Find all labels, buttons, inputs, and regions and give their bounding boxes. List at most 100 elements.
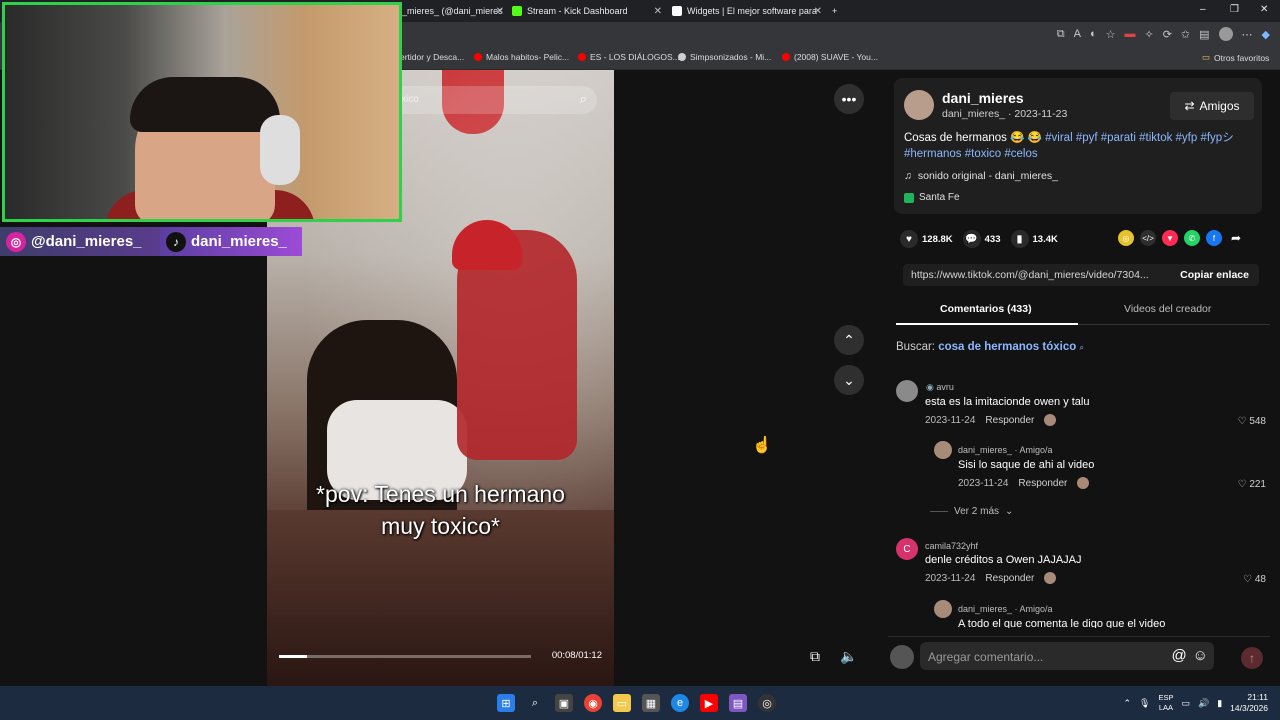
search-icon[interactable]: ⌕ (526, 694, 544, 712)
reply-button[interactable]: Responder (985, 573, 1034, 584)
video-url[interactable]: https://www.tiktok.com/@dani_mieres/vide… (911, 269, 1161, 281)
new-tab-button[interactable]: + (832, 2, 846, 20)
tab-comments[interactable]: Comentarios (433) (940, 303, 1032, 315)
favorites-icon[interactable]: ✩ (1181, 28, 1190, 41)
close-tab-icon[interactable]: ✕ (814, 6, 822, 17)
coin-icon[interactable]: ◎ (1118, 230, 1134, 246)
clock[interactable]: 21:11 14/3/2026 (1230, 692, 1268, 714)
task-view-icon[interactable]: ▣ (555, 694, 573, 712)
send-icon[interactable]: ▼ (1162, 230, 1178, 246)
tab-widgets[interactable]: Widgets | El mejor software para ✕ (672, 2, 822, 20)
commenter-name[interactable]: ◉ avru (926, 382, 954, 393)
video-search-bar[interactable]: xico ⌕ (387, 86, 597, 114)
star-icon[interactable]: ☆ (1106, 28, 1116, 41)
previous-video-button[interactable]: ⌃ (834, 325, 864, 355)
commenter-name[interactable]: dani_mieres_ · Amigo/a (958, 445, 1053, 455)
floating-player-button[interactable]: ⧉ (800, 641, 830, 671)
comment-input[interactable]: Agregar comentario... @ ☺ (920, 642, 1214, 670)
tab-tiktok[interactable]: _mieres_ (@dani_mieres ✕ (402, 2, 504, 20)
read-aloud-icon[interactable]: ◐ (1090, 28, 1097, 40)
network-icon[interactable]: ▭ (1181, 698, 1190, 709)
whatsapp-icon[interactable]: ✆ (1184, 230, 1200, 246)
extension-icon[interactable]: ▬ (1124, 28, 1135, 40)
bookmark-item[interactable]: ES - LOS DIÁLOGOS... (578, 52, 680, 62)
more-menu-icon[interactable]: ⋯ (1242, 28, 1253, 41)
commenter-avatar[interactable] (934, 600, 952, 618)
author-name[interactable]: dani_mieres (942, 90, 1024, 106)
bookmark-item[interactable]: Simpsonizados - Mi... (678, 52, 771, 62)
tiktok-handle: ♪ dani_mieres_ (160, 227, 302, 256)
bookmark-item[interactable]: Malos habitos- Pelic... (474, 52, 569, 62)
tab-kick[interactable]: Stream - Kick Dashboard ✕ (512, 2, 662, 20)
file-explorer-icon[interactable]: ▭ (613, 694, 631, 712)
commenter-avatar[interactable] (896, 380, 918, 402)
embed-icon[interactable]: </> (1140, 230, 1156, 246)
comment-like[interactable]: ♡ 548 (1238, 416, 1266, 427)
reply-button[interactable]: Responder (1018, 478, 1067, 489)
comment-composer: Agregar comentario... @ ☺ ↑ (888, 636, 1270, 674)
facebook-icon[interactable]: f (1206, 230, 1222, 246)
screen: _mieres_ (@dani_mieres ✕ Stream - Kick D… (0, 0, 1280, 720)
volume-icon[interactable]: 🔊 (1198, 698, 1209, 709)
close-tab-icon[interactable]: ✕ (654, 6, 662, 17)
comment-text: denle créditos a Owen JAJAJAJ (925, 554, 1082, 566)
chrome-icon[interactable]: ◉ (584, 694, 602, 712)
location-tag[interactable]: Santa Fe (904, 192, 960, 203)
bookmark-item[interactable]: (2008) SUAVE - You... (782, 52, 878, 62)
media-app-icon[interactable]: ▤ (729, 694, 747, 712)
commenter-avatar[interactable]: C (896, 538, 918, 560)
copilot-icon[interactable]: ◆ (1262, 28, 1270, 41)
comment-button[interactable]: 💬 433 (962, 230, 1001, 248)
edge-icon[interactable]: e (671, 694, 689, 712)
windows-start-icon[interactable]: ⊞ (497, 694, 515, 712)
youtube-icon[interactable]: ▶ (700, 694, 718, 712)
emoji-icon[interactable]: ☺ (1193, 647, 1208, 664)
author-avatar[interactable] (904, 90, 934, 120)
microphone-icon[interactable]: 🎙 (1139, 698, 1150, 709)
search-query-link[interactable]: cosa de hermanos tóxico (938, 341, 1076, 353)
comment-text: esta es la imitacionde owen y talu (925, 396, 1090, 408)
mention-icon[interactable]: @ (1171, 647, 1186, 664)
youtube-icon (474, 53, 482, 61)
search-prefix: Buscar: (896, 341, 935, 353)
music-link[interactable]: ♫ sonido original - dani_mieres_ (904, 170, 1058, 182)
obs-icon[interactable]: ◎ (758, 694, 776, 712)
share-arrow-icon[interactable]: ➦ (1228, 230, 1244, 246)
copy-link-button[interactable]: Copiar enlace (1180, 269, 1249, 281)
commenter-name[interactable]: dani_mieres_ · Amigo/a (958, 604, 1053, 614)
save-button[interactable]: ▮ 13.4K (1010, 230, 1058, 248)
view-more-replies[interactable]: Ver 2 más ⌄ (930, 506, 1013, 517)
translate-icon[interactable]: A (1074, 28, 1081, 40)
friends-button[interactable]: ⇄ Amigos (1170, 92, 1254, 120)
tab-creator-videos[interactable]: Videos del creador (1124, 303, 1211, 315)
close-tab-icon[interactable]: ✕ (496, 6, 504, 17)
commenter-name[interactable]: camila732yhf (925, 541, 978, 551)
minimize-icon[interactable]: – (1200, 4, 1206, 15)
video-progress-bar[interactable] (279, 655, 531, 658)
maximize-icon[interactable]: ❐ (1230, 4, 1239, 15)
post-comment-button[interactable]: ↑ (1241, 647, 1263, 669)
other-favorites[interactable]: ▭ Otros favoritos (1202, 52, 1269, 63)
open-in-app-icon[interactable]: ⧉ (1057, 28, 1065, 41)
kick-icon (512, 6, 522, 16)
language-indicator[interactable]: ESP LAA (1158, 693, 1173, 713)
pip-icon: ⧉ (810, 647, 820, 664)
search-icon[interactable]: ⌕ (580, 91, 587, 107)
chevron-up-icon[interactable]: ⌃ (1123, 698, 1131, 709)
like-button[interactable]: ♥ 128.8K (900, 230, 953, 248)
comment-like[interactable]: ♡ 48 (1243, 574, 1266, 585)
close-window-icon[interactable]: ✕ (1260, 4, 1268, 15)
comment-like[interactable]: ♡ 221 (1238, 479, 1266, 490)
profile-avatar[interactable] (1218, 27, 1233, 41)
commenter-avatar[interactable] (934, 441, 952, 459)
bookmark-item[interactable]: ertidor y Desca... (400, 52, 464, 62)
reply-button[interactable]: Responder (985, 415, 1034, 426)
refresh-extension-icon[interactable]: ⟳ (1163, 28, 1172, 41)
collections-icon[interactable]: ▤ (1199, 28, 1209, 41)
volume-button[interactable]: 🔈 (834, 641, 864, 671)
battery-icon[interactable]: ▮ (1217, 698, 1222, 709)
next-video-button[interactable]: ⌄ (834, 365, 864, 395)
puzzle-icon[interactable]: ✧ (1144, 28, 1153, 41)
store-icon[interactable]: ▦ (642, 694, 660, 712)
more-options-button[interactable]: ••• (834, 84, 864, 114)
